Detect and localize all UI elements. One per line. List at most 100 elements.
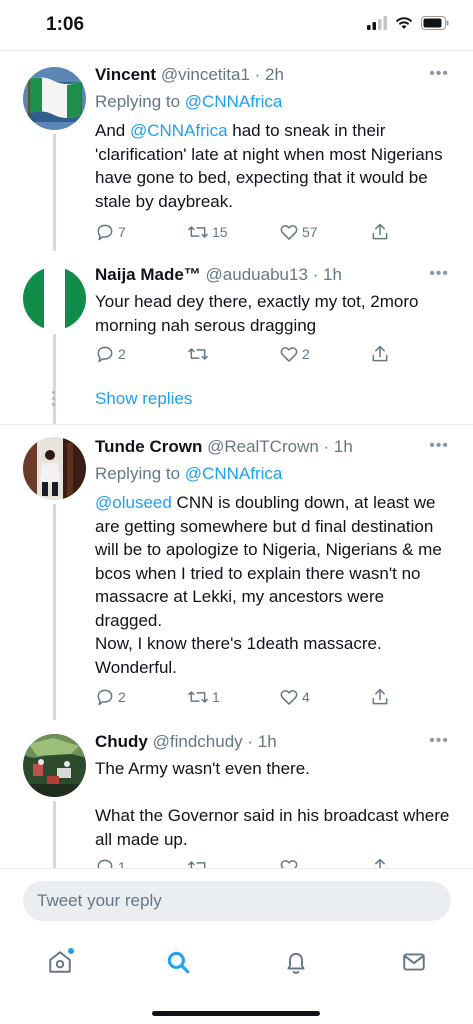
like-button[interactable]: 4 bbox=[279, 687, 310, 707]
tweet-time: · 1h bbox=[312, 265, 342, 284]
nigeria-flag-avatar bbox=[23, 267, 86, 330]
tweet-body: And @CNNAfrica had to sneak in their 'cl… bbox=[95, 119, 455, 213]
avatar[interactable] bbox=[23, 67, 86, 130]
replying-to: Replying to @CNNAfrica bbox=[95, 463, 282, 485]
reply-button[interactable]: 1 bbox=[95, 857, 126, 868]
retweet-button[interactable] bbox=[187, 344, 212, 364]
replying-to-link[interactable]: @CNNAfrica bbox=[185, 464, 283, 483]
tweet-text: Wonderful. bbox=[95, 657, 177, 677]
share-button[interactable] bbox=[370, 687, 390, 707]
tweet-header: Naija Made™ @auduabu13 · 1h bbox=[95, 264, 423, 286]
battery-icon bbox=[421, 16, 449, 30]
user-handle[interactable]: @RealTCrown bbox=[207, 437, 319, 456]
mail-icon bbox=[403, 953, 425, 971]
share-button[interactable] bbox=[370, 344, 390, 364]
retweet-count: 1 bbox=[212, 689, 220, 705]
more-options-icon[interactable]: ••• bbox=[429, 265, 449, 283]
tab-search[interactable] bbox=[158, 942, 198, 982]
more-options-icon[interactable]: ••• bbox=[429, 65, 449, 83]
display-name[interactable]: Chudy bbox=[95, 732, 148, 751]
mention-link[interactable]: @CNNAfrica bbox=[130, 121, 228, 140]
like-count: 57 bbox=[302, 224, 318, 240]
thread-line bbox=[53, 334, 56, 424]
reply-thread[interactable]: Vincent @vincetita1 · 2h ••• Replying to… bbox=[0, 51, 473, 868]
status-bar: 1:06 bbox=[0, 0, 473, 50]
status-time: 1:06 bbox=[46, 14, 85, 35]
avatar[interactable] bbox=[23, 437, 86, 500]
more-options-icon[interactable]: ••• bbox=[429, 437, 449, 455]
avatar[interactable] bbox=[23, 267, 86, 330]
home-indicator bbox=[152, 1011, 320, 1016]
tweet-text: And bbox=[95, 121, 130, 140]
like-icon bbox=[280, 225, 298, 240]
retweet-count: 15 bbox=[212, 224, 228, 240]
like-button[interactable]: 2 bbox=[279, 344, 310, 364]
reply-icon bbox=[97, 346, 113, 363]
user-handle[interactable]: @auduabu13 bbox=[206, 265, 308, 284]
display-name[interactable]: Naija Made™ bbox=[95, 265, 201, 284]
reply-icon bbox=[97, 859, 113, 868]
retweet-icon bbox=[188, 691, 208, 703]
tweet-time: · 1h bbox=[247, 732, 277, 751]
tweet-actions: 2 2 bbox=[95, 344, 395, 368]
tweet-chudy[interactable]: Chudy @findchudy · 1h ••• The Army wasn'… bbox=[0, 720, 473, 868]
crowd-photo-avatar bbox=[23, 734, 86, 797]
person-photo-avatar bbox=[23, 437, 86, 500]
retweet-button[interactable] bbox=[187, 857, 209, 868]
reply-composer: Tweet your reply bbox=[0, 868, 473, 932]
more-options-icon[interactable]: ••• bbox=[429, 732, 449, 750]
tweet-text: Now, I know there's 1death massacre. bbox=[95, 634, 382, 653]
like-button[interactable] bbox=[279, 857, 299, 868]
reply-button[interactable]: 2 bbox=[95, 344, 126, 364]
user-handle[interactable]: @findchudy bbox=[153, 732, 243, 751]
thread-line bbox=[53, 504, 56, 720]
reply-input[interactable]: Tweet your reply bbox=[23, 881, 451, 921]
tweet-time: · 1h bbox=[323, 437, 353, 456]
reply-count: 7 bbox=[118, 224, 126, 240]
reply-count: 2 bbox=[118, 346, 126, 362]
tweet-actions: 7 15 57 bbox=[95, 222, 395, 246]
show-replies-link[interactable]: Show replies bbox=[95, 389, 192, 409]
tab-home[interactable] bbox=[40, 942, 80, 982]
share-button[interactable] bbox=[370, 857, 390, 868]
tweet-header: Chudy @findchudy · 1h bbox=[95, 731, 423, 753]
share-icon bbox=[372, 223, 388, 240]
share-button[interactable] bbox=[370, 222, 390, 242]
retweet-button[interactable]: 15 bbox=[187, 222, 228, 242]
thread-dots bbox=[52, 391, 56, 409]
like-icon bbox=[280, 347, 298, 362]
avatar[interactable] bbox=[23, 734, 86, 797]
replying-to-label: Replying to bbox=[95, 464, 181, 483]
replying-to: Replying to @CNNAfrica bbox=[95, 91, 282, 113]
tweet-body: @oluseed CNN is doubling down, at least … bbox=[95, 491, 455, 679]
share-icon bbox=[372, 858, 388, 868]
tweet-tunde-crown[interactable]: Tunde Crown @RealTCrown · 1h ••• Replyin… bbox=[0, 425, 473, 720]
tweet-vincent[interactable]: Vincent @vincetita1 · 2h ••• Replying to… bbox=[0, 51, 473, 251]
retweet-icon bbox=[188, 348, 208, 360]
reply-icon bbox=[97, 224, 113, 241]
user-handle[interactable]: @vincetita1 bbox=[161, 65, 250, 84]
tweet-body: Your head dey there, exactly my tot, 2mo… bbox=[95, 292, 419, 335]
replying-to-link[interactable]: @CNNAfrica bbox=[185, 92, 283, 111]
tweet-naija-made[interactable]: Naija Made™ @auduabu13 · 1h ••• Your hea… bbox=[0, 251, 473, 424]
reply-button[interactable]: 2 bbox=[95, 687, 126, 707]
reply-count: 1 bbox=[118, 859, 126, 868]
display-name[interactable]: Vincent bbox=[95, 65, 156, 84]
share-icon bbox=[372, 688, 388, 705]
display-name[interactable]: Tunde Crown bbox=[95, 437, 202, 456]
like-count: 4 bbox=[302, 689, 310, 705]
tab-notifications[interactable] bbox=[276, 942, 316, 982]
tweet-header: Tunde Crown @RealTCrown · 1h bbox=[95, 436, 423, 458]
like-button[interactable]: 57 bbox=[279, 222, 318, 242]
retweet-button[interactable]: 1 bbox=[187, 687, 220, 707]
tab-messages[interactable] bbox=[394, 942, 434, 982]
mention-link[interactable]: @oluseed bbox=[95, 493, 172, 512]
reply-button[interactable]: 7 bbox=[95, 222, 126, 242]
reply-icon bbox=[97, 689, 113, 706]
tweet-text: The Army wasn't even there. bbox=[95, 759, 310, 778]
share-icon bbox=[372, 345, 388, 362]
like-icon bbox=[280, 690, 298, 705]
search-icon bbox=[167, 951, 190, 974]
new-content-dot bbox=[68, 948, 74, 954]
wifi-icon bbox=[395, 17, 413, 29]
